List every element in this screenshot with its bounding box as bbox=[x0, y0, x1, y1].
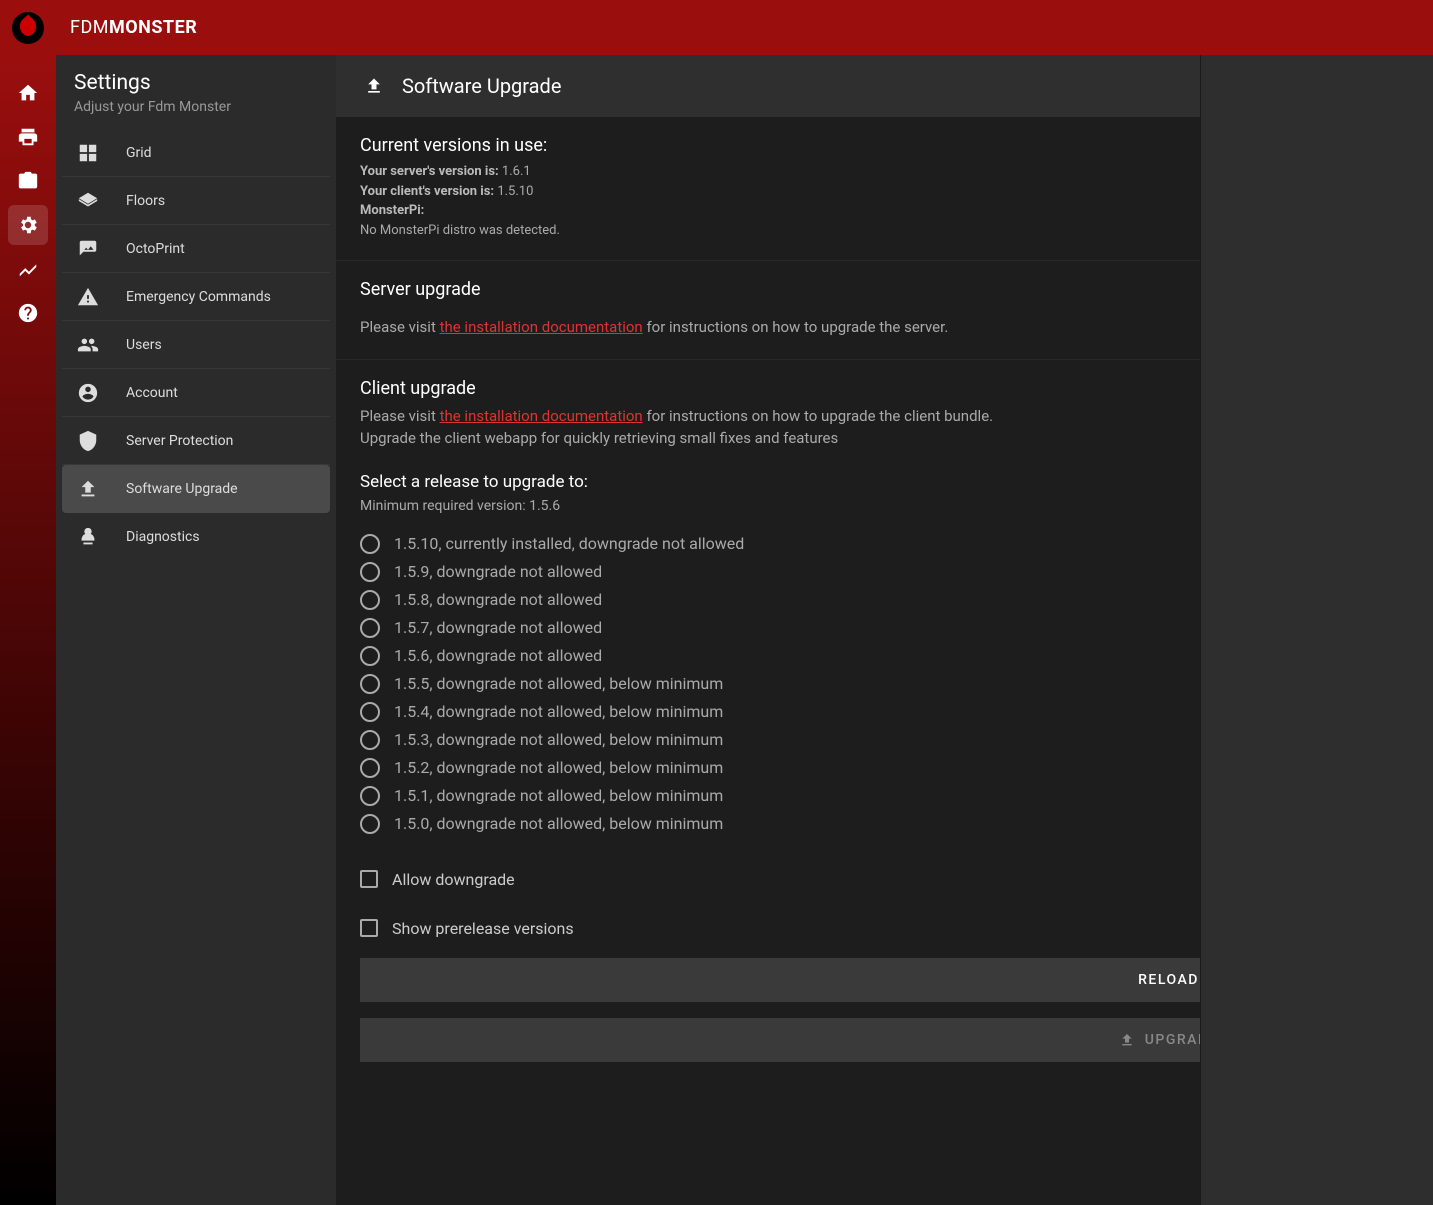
sidebar-title: Settings bbox=[74, 71, 318, 95]
upgrade-icon bbox=[364, 76, 384, 96]
sidebar-item-emergency[interactable]: Emergency Commands bbox=[62, 273, 330, 321]
sidebar-item-label: Software Upgrade bbox=[126, 481, 238, 497]
sidebar-item-label: Floors bbox=[126, 193, 165, 209]
sidebar-item-upgrade[interactable]: Software Upgrade bbox=[62, 465, 330, 513]
brand-title: FDMMONSTER bbox=[70, 17, 197, 38]
protection-icon bbox=[76, 430, 100, 452]
sidebar-item-label: Diagnostics bbox=[126, 529, 200, 545]
settings-sidebar: Settings Adjust your Fdm Monster Grid Flo… bbox=[56, 55, 336, 1205]
rail-settings[interactable] bbox=[8, 205, 48, 245]
diagnostics-icon bbox=[76, 526, 100, 548]
release-label: 1.5.5, downgrade not allowed, below mini… bbox=[394, 674, 723, 693]
rail-help[interactable] bbox=[8, 293, 48, 333]
release-label: 1.5.7, downgrade not allowed bbox=[394, 618, 602, 637]
rail-camera[interactable] bbox=[8, 161, 48, 201]
page-title: Software Upgrade bbox=[402, 74, 561, 98]
grid-icon bbox=[76, 142, 100, 164]
sidebar-item-label: Account bbox=[126, 385, 178, 401]
sidebar-item-protection[interactable]: Server Protection bbox=[62, 417, 330, 465]
emergency-icon bbox=[76, 286, 100, 308]
sidebar-item-label: Emergency Commands bbox=[126, 289, 271, 305]
release-label: 1.5.8, downgrade not allowed bbox=[394, 590, 602, 609]
radio-icon bbox=[360, 814, 380, 834]
logo-icon bbox=[12, 12, 44, 44]
sidebar-item-label: Grid bbox=[126, 145, 152, 161]
account-icon bbox=[76, 382, 100, 404]
sidebar-item-grid[interactable]: Grid bbox=[62, 129, 330, 177]
radio-icon bbox=[360, 590, 380, 610]
sidebar-item-account[interactable]: Account bbox=[62, 369, 330, 417]
sidebar-item-users[interactable]: Users bbox=[62, 321, 330, 369]
octoprint-icon bbox=[76, 238, 100, 260]
radio-icon bbox=[360, 562, 380, 582]
release-label: 1.5.3, downgrade not allowed, below mini… bbox=[394, 730, 723, 749]
checkbox-icon bbox=[360, 870, 378, 888]
radio-icon bbox=[360, 786, 380, 806]
upgrade-icon bbox=[1119, 1032, 1135, 1048]
rail-analytics[interactable] bbox=[8, 249, 48, 289]
sidebar-item-label: Server Protection bbox=[126, 433, 233, 449]
radio-icon bbox=[360, 702, 380, 722]
users-icon bbox=[76, 334, 100, 356]
sidebar-subtitle: Adjust your Fdm Monster bbox=[74, 99, 318, 115]
right-panel-placeholder bbox=[1200, 0, 1433, 1205]
radio-icon bbox=[360, 674, 380, 694]
radio-icon bbox=[360, 618, 380, 638]
release-label: 1.5.6, downgrade not allowed bbox=[394, 646, 602, 665]
sidebar-item-label: Users bbox=[126, 337, 162, 353]
sidebar-item-floors[interactable]: Floors bbox=[62, 177, 330, 225]
release-label: 1.5.1, downgrade not allowed, below mini… bbox=[394, 786, 723, 805]
release-label: 1.5.0, downgrade not allowed, below mini… bbox=[394, 814, 723, 833]
upgrade-icon bbox=[76, 478, 100, 500]
sidebar-item-label: OctoPrint bbox=[126, 241, 185, 257]
client-doc-link[interactable]: the installation documentation bbox=[440, 407, 643, 425]
release-label: 1.5.9, downgrade not allowed bbox=[394, 562, 602, 581]
radio-icon bbox=[360, 534, 380, 554]
rail-home[interactable] bbox=[8, 73, 48, 113]
release-label: 1.5.10, currently installed, downgrade n… bbox=[394, 534, 744, 553]
icon-rail bbox=[0, 55, 56, 1205]
release-label: 1.5.4, downgrade not allowed, below mini… bbox=[394, 702, 723, 721]
topbar: FDMMONSTER bbox=[0, 0, 1433, 55]
server-doc-link[interactable]: the installation documentation bbox=[440, 318, 643, 336]
rail-print[interactable] bbox=[8, 117, 48, 157]
floors-icon bbox=[76, 190, 100, 212]
radio-icon bbox=[360, 730, 380, 750]
release-label: 1.5.2, downgrade not allowed, below mini… bbox=[394, 758, 723, 777]
radio-icon bbox=[360, 646, 380, 666]
sidebar-item-diagnostics[interactable]: Diagnostics bbox=[62, 513, 330, 561]
radio-icon bbox=[360, 758, 380, 778]
sidebar-item-octoprint[interactable]: OctoPrint bbox=[62, 225, 330, 273]
checkbox-icon bbox=[360, 919, 378, 937]
